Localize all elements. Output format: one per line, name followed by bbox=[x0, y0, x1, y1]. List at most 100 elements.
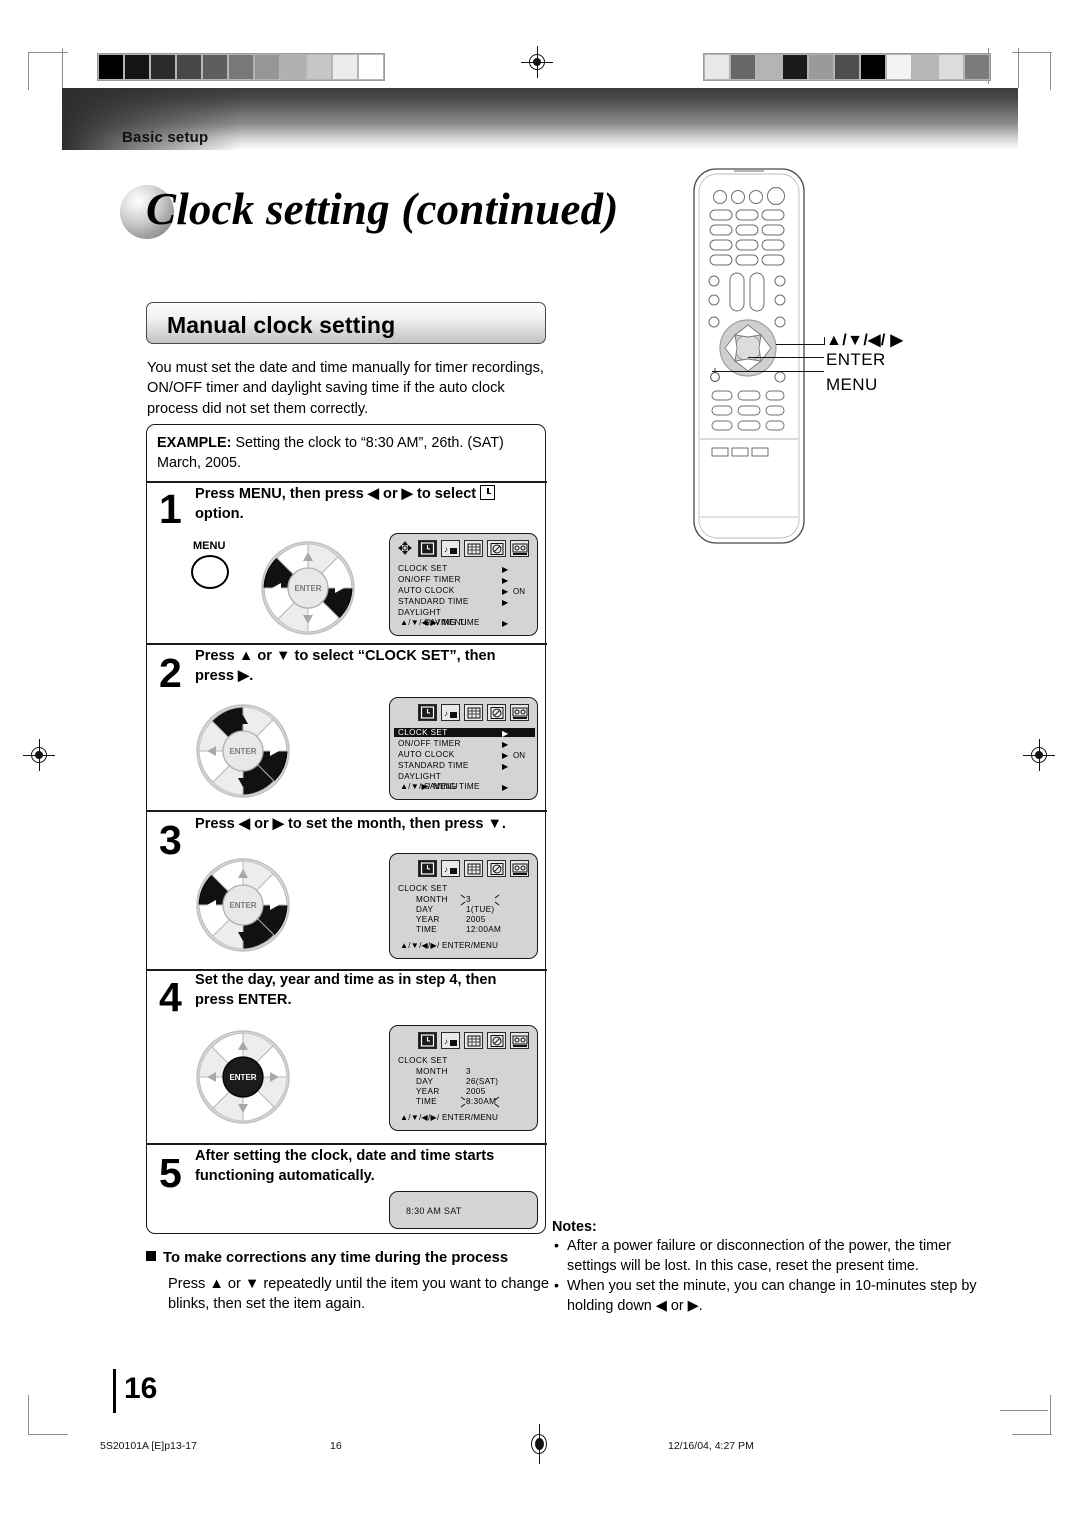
menu-button[interactable] bbox=[191, 555, 229, 589]
svg-text:ENTER: ENTER bbox=[229, 1073, 256, 1082]
page-number: 16 bbox=[124, 1372, 158, 1405]
osd-row-arrow: ▶ bbox=[502, 586, 509, 596]
grayscale-swatch bbox=[332, 54, 358, 80]
osd-clockset-value: 12:00AM bbox=[466, 925, 502, 934]
nav-pad-step-4[interactable]: ENTER bbox=[195, 1029, 291, 1125]
grayscale-swatch bbox=[964, 54, 990, 80]
osd-vcr-icon bbox=[510, 704, 529, 721]
osd-audio-icon: ♪ bbox=[441, 860, 460, 877]
grayscale-swatch bbox=[306, 54, 332, 80]
crop-mark-bl-v bbox=[28, 1395, 29, 1435]
grayscale-swatch bbox=[150, 54, 176, 80]
osd-clockset-value: 3 bbox=[466, 1067, 471, 1076]
page-number-rule bbox=[113, 1369, 116, 1413]
callout-menu-label: MENU bbox=[826, 375, 878, 394]
grayscale-swatch bbox=[228, 54, 254, 80]
grayscale-swatch bbox=[808, 54, 834, 80]
osd-screen-step-4: ♪ CLOCK SET MONTH 3 DAY 26(SAT) YEAR 2005 TIME 8… bbox=[389, 1025, 538, 1131]
osd-row-arrow: ▶ bbox=[502, 618, 509, 628]
osd-menu-row: CLOCK SET bbox=[398, 564, 448, 573]
grayscale-swatch bbox=[280, 54, 306, 80]
osd-row-value: ON bbox=[513, 750, 525, 760]
example-block: EXAMPLE: Setting the clock to “8:30 AM”,… bbox=[157, 433, 539, 473]
divider-3 bbox=[147, 810, 547, 812]
osd-clock-text: 8:30 AM SAT bbox=[406, 1206, 462, 1216]
osd-screen-step-1: ♪ CLOCK SET ▶ ON/OFF TIMER ▶ AUTO CLOCK ▶ ON ST… bbox=[389, 533, 538, 636]
example-label: EXAMPLE: bbox=[157, 435, 232, 451]
osd-menu-row: DAYLIGHT bbox=[398, 608, 442, 617]
grayscale-swatch bbox=[782, 54, 808, 80]
osd-screen-step-3: ♪ CLOCK SET MONTH 3 DAY 1(TUE) YEAR 2005 TIME 12… bbox=[389, 853, 538, 959]
nav-pad-step-1[interactable]: ENTER bbox=[260, 540, 356, 636]
osd-clockset-title: CLOCK SET bbox=[398, 1056, 448, 1065]
svg-text:♪: ♪ bbox=[444, 709, 448, 718]
nav-pad-step-3[interactable]: ENTER bbox=[195, 857, 291, 953]
divider-1 bbox=[147, 481, 547, 483]
osd-icon-row-3: ♪ bbox=[418, 860, 529, 877]
grayscale-swatch bbox=[886, 54, 912, 80]
svg-text:ENTER: ENTER bbox=[229, 901, 256, 910]
registration-mark-footer bbox=[528, 1424, 550, 1464]
step-4-number: 4 bbox=[159, 974, 182, 1020]
notes-title: Notes: bbox=[552, 1219, 597, 1235]
svg-text:♪: ♪ bbox=[444, 1037, 448, 1046]
step-1-text-b: option. bbox=[195, 505, 244, 522]
notes-list: After a power failure or disconnection o… bbox=[552, 1236, 982, 1316]
step-2-text: Press ▲ or ▼ to select “CLOCK SET”, then… bbox=[195, 648, 496, 684]
corrections-heading-text: To make corrections any time during the … bbox=[163, 1250, 509, 1266]
footer-right: 12/16/04, 4:27 PM bbox=[668, 1440, 754, 1452]
registration-mark-left bbox=[23, 739, 55, 771]
crop-mark-br-v bbox=[1050, 1395, 1051, 1435]
remote-control-illustration bbox=[693, 168, 805, 544]
grayscale-swatch bbox=[176, 54, 202, 80]
osd-menu-row: STANDARD TIME bbox=[398, 761, 469, 770]
crop-guide-left bbox=[62, 48, 63, 90]
osd-menu-row: STANDARD TIME bbox=[398, 597, 469, 606]
osd-row-value: ON bbox=[513, 586, 525, 596]
grayscale-swatch bbox=[860, 54, 886, 80]
osd-grid-icon bbox=[464, 704, 483, 721]
step-2-number: 2 bbox=[159, 650, 182, 696]
osd-row-arrow: ▶ bbox=[502, 575, 509, 585]
osd-icon-row-2: ♪ bbox=[418, 704, 529, 721]
osd-screen-step-2: ♪ CLOCK SET ▶ ON/OFF TIMER ▶ AUTO CLOCK ▶ ON ST… bbox=[389, 697, 538, 800]
step-1-number: 1 bbox=[159, 486, 182, 532]
osd-menu-row: AUTO CLOCK bbox=[398, 750, 455, 759]
osd-row-arrow: ▶ bbox=[502, 597, 509, 607]
callout-arrows-label: ▲/▼/◀/ ▶ bbox=[826, 332, 904, 349]
section-heading-bar: Manual clock setting bbox=[146, 302, 546, 344]
registration-mark-top bbox=[521, 46, 553, 78]
crop-mark-tr-v bbox=[1050, 52, 1051, 90]
notes-block: Notes: After a power failure or disconne… bbox=[552, 1219, 982, 1317]
grayscale-swatch bbox=[358, 54, 384, 80]
osd-row-arrow: ▶ bbox=[502, 728, 509, 738]
callout-enter-label: ENTER bbox=[826, 350, 886, 369]
osd-vcr-icon bbox=[510, 540, 529, 557]
svg-text:ENTER: ENTER bbox=[229, 747, 256, 756]
osd-menu-row: CLOCK SET bbox=[394, 728, 535, 737]
crop-mark-br-h bbox=[1012, 1434, 1052, 1435]
osd-clock-icon bbox=[418, 860, 437, 877]
osd-grid-icon bbox=[464, 540, 483, 557]
grayscale-swatch bbox=[756, 54, 782, 80]
osd-row-arrow: ▶ bbox=[502, 782, 509, 792]
procedure-box: EXAMPLE: Setting the clock to “8:30 AM”,… bbox=[146, 424, 547, 1234]
divider-2 bbox=[147, 643, 547, 645]
osd-clockset-label: DAY bbox=[416, 905, 434, 914]
step-4-text: Set the day, year and time as in step 4,… bbox=[195, 972, 497, 1008]
page-title: Clock setting (continued) bbox=[120, 175, 720, 247]
osd-vcr-icon bbox=[510, 1032, 529, 1049]
osd-row-arrow: ▶ bbox=[502, 761, 509, 771]
nav-pad-step-2[interactable]: ENTER bbox=[195, 703, 291, 799]
svg-text:♪: ♪ bbox=[444, 865, 448, 874]
osd-menu-row: ON/OFF TIMER bbox=[398, 575, 461, 584]
osd-row-arrow: ▶ bbox=[502, 564, 509, 574]
osd-audio-icon: ♪ bbox=[441, 1032, 460, 1049]
osd-clockset-label: DAY bbox=[416, 1077, 434, 1086]
osd-clockset-value: 2005 bbox=[466, 915, 486, 924]
grayscale-swatch bbox=[938, 54, 964, 80]
grayscale-strip-right bbox=[703, 53, 991, 81]
osd-clock-display: 8:30 AM SAT bbox=[389, 1191, 538, 1229]
crop-guide-right bbox=[1018, 48, 1019, 88]
osd-no-entry-icon bbox=[487, 540, 506, 557]
